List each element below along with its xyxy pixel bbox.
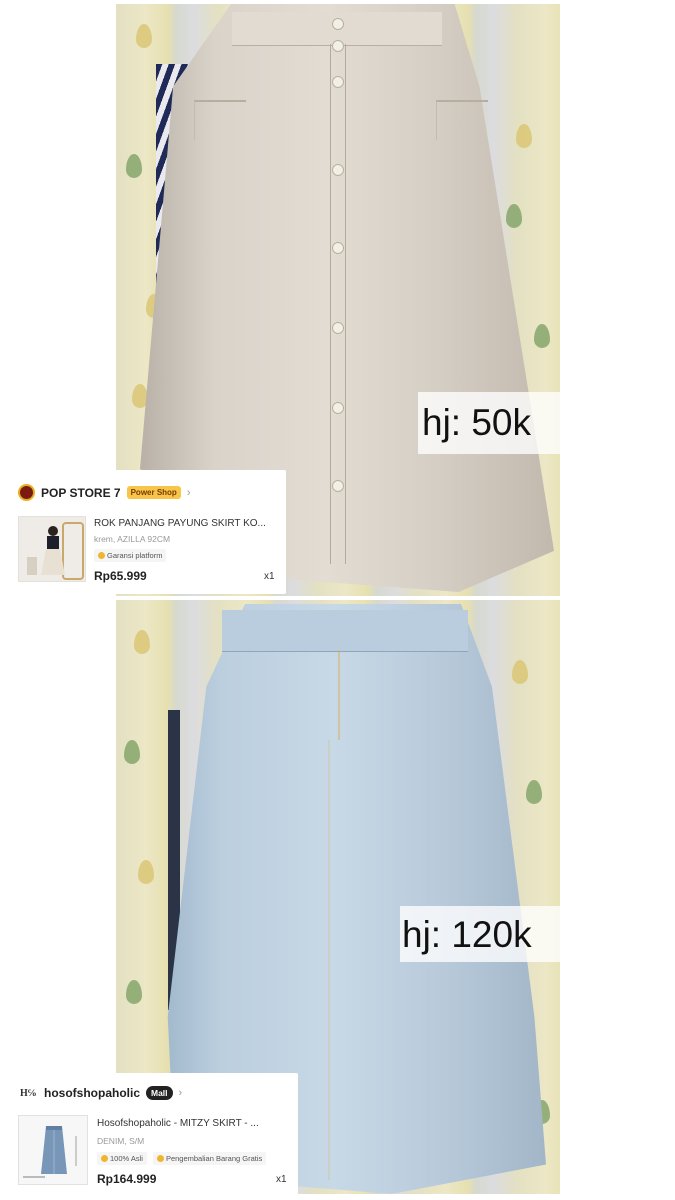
product-thumbnail-image [19, 1116, 87, 1184]
product-quantity: x1 [264, 571, 275, 582]
power-shop-badge: Power Shop [126, 486, 181, 499]
skirt-pocket [194, 100, 246, 140]
shield-coin-icon [98, 552, 105, 559]
shop-header[interactable]: POP STORE 7 Power Shop › [18, 484, 191, 501]
shield-coin-icon [101, 1155, 108, 1162]
product-variant: DENIM, S/M [97, 1136, 145, 1146]
mall-badge: Mall [146, 1086, 173, 1100]
order-card[interactable]: POP STORE 7 Power Shop › ROK PANJANG PAY… [6, 470, 286, 594]
product-price: Rp65.999 [94, 569, 147, 583]
center-seam [328, 740, 330, 1180]
chevron-right-icon: › [178, 1087, 183, 1099]
skirt-button [332, 164, 344, 176]
shop-logo-icon [18, 484, 35, 501]
shop-name: hosofshopaholic [44, 1086, 140, 1100]
price-label: hj: 50k [418, 392, 560, 454]
guarantee-row: 100% Asli Pengembalian Barang Gratis [97, 1152, 267, 1165]
guarantee-row: Garansi platform [94, 549, 167, 562]
guarantee-chip: Garansi platform [94, 549, 167, 562]
skirt-button [332, 402, 344, 414]
order-card[interactable]: H℅ hosofshopaholic Mall › Hosofshopaholi… [6, 1073, 298, 1195]
skirt-button [332, 18, 344, 30]
skirt-button [332, 322, 344, 334]
guarantee-chip: Pengembalian Barang Gratis [152, 1152, 267, 1165]
product-title[interactable]: ROK PANJANG PAYUNG SKIRT KO... [94, 518, 266, 529]
skirt-button [332, 76, 344, 88]
shop-name: POP STORE 7 [41, 485, 121, 500]
product-title[interactable]: Hosofshopaholic - MITZY SKIRT - ... [97, 1118, 259, 1129]
price-label: hj: 120k [400, 906, 560, 962]
product-variant: krem, AZILLA 92CM [94, 534, 171, 544]
shield-coin-icon [156, 1155, 164, 1162]
product-thumbnail-image [19, 517, 85, 581]
product-thumbnail[interactable] [18, 1115, 88, 1185]
product-quantity: x1 [276, 1174, 287, 1185]
product-price: Rp164.999 [97, 1172, 157, 1186]
skirt-pocket [436, 100, 488, 140]
product-thumbnail[interactable] [18, 516, 86, 582]
skirt-button [332, 480, 344, 492]
skirt-waistband [222, 610, 468, 652]
shop-header[interactable]: H℅ hosofshopaholic Mall › [18, 1084, 182, 1102]
guarantee-chip: 100% Asli [97, 1152, 147, 1165]
skirt-button [332, 40, 344, 52]
skirt-button [332, 242, 344, 254]
fly-seam [338, 650, 340, 740]
shop-logo-icon: H℅ [19, 1087, 37, 1099]
chevron-right-icon: › [186, 486, 191, 499]
